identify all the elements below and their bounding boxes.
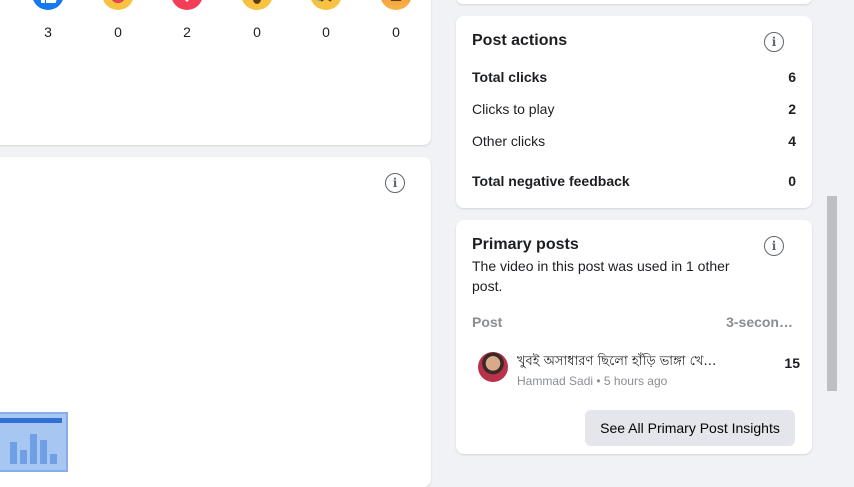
reaction-count: 0 <box>253 24 261 40</box>
post-actions-card: Post actions i Total clicks 6 Clicks to … <box>456 16 812 208</box>
scrollbar-thumb[interactable] <box>827 196 837 391</box>
post-meta: Hammad Sadi • 5 hours ago <box>517 374 667 388</box>
row-label-other-clicks: Other clicks <box>472 133 546 149</box>
card-title: Primary posts <box>472 236 579 253</box>
see-all-primary-post-insights-button[interactable]: See All Primary Post Insights <box>585 410 795 446</box>
row-label-total-clicks: Total clicks <box>472 69 548 85</box>
wow-emoji-icon <box>241 0 273 10</box>
post-metric-value: 15 <box>784 355 800 371</box>
reaction-count: 0 <box>322 24 330 40</box>
thumbnail-bar <box>50 454 57 464</box>
column-header-metric[interactable]: 3-secon… <box>726 314 793 330</box>
avatar[interactable] <box>478 352 508 382</box>
reaction-count: 3 <box>44 24 52 40</box>
row-value-other-clicks: 4 <box>788 133 796 149</box>
row-label-clicks-to-play: Clicks to play <box>472 101 555 117</box>
primary-posts-card: Primary posts i The video in this post w… <box>456 220 812 454</box>
angry-emoji-icon <box>380 0 412 10</box>
row-label-negative-feedback: Total negative feedback <box>472 173 630 189</box>
post-title-link[interactable]: খুবই অসাধারণ ছিলো হাঁড়ি ভাঙ্গা খেলা … <box>517 352 717 373</box>
haha-emoji-icon <box>102 0 134 10</box>
row-value-total-clicks: 6 <box>788 69 796 85</box>
post-author[interactable]: Hammad Sadi <box>517 374 593 388</box>
like-emoji-icon <box>32 0 64 10</box>
card-title: Post actions <box>472 32 568 49</box>
previous-card <box>456 0 812 4</box>
info-icon[interactable]: i <box>385 173 405 193</box>
thumbnail-bar <box>40 440 47 464</box>
sad-emoji-icon <box>310 0 342 10</box>
love-emoji-icon <box>171 0 203 10</box>
column-header-post: Post <box>472 314 503 330</box>
info-icon[interactable]: i <box>764 236 784 256</box>
info-icon[interactable]: i <box>764 32 784 52</box>
reaction-count: 2 <box>183 24 191 40</box>
thumbnail-header <box>0 418 62 423</box>
row-value-negative-feedback: 0 <box>788 173 796 189</box>
post-time[interactable]: 5 hours ago <box>604 374 667 388</box>
reaction-count: 0 <box>114 24 122 40</box>
row-value-clicks-to-play: 2 <box>788 101 796 117</box>
reactions-card: 3 0 2 0 0 0 <box>0 0 431 145</box>
chart-thumbnail <box>0 412 68 472</box>
reaction-count: 0 <box>392 24 400 40</box>
thumbnail-bar <box>20 450 27 464</box>
thumbnail-bar <box>10 442 17 464</box>
thumbnail-bar <box>30 434 37 464</box>
meta-separator: • <box>596 374 601 388</box>
card-description: The video in this post was used in 1 oth… <box>472 258 730 294</box>
